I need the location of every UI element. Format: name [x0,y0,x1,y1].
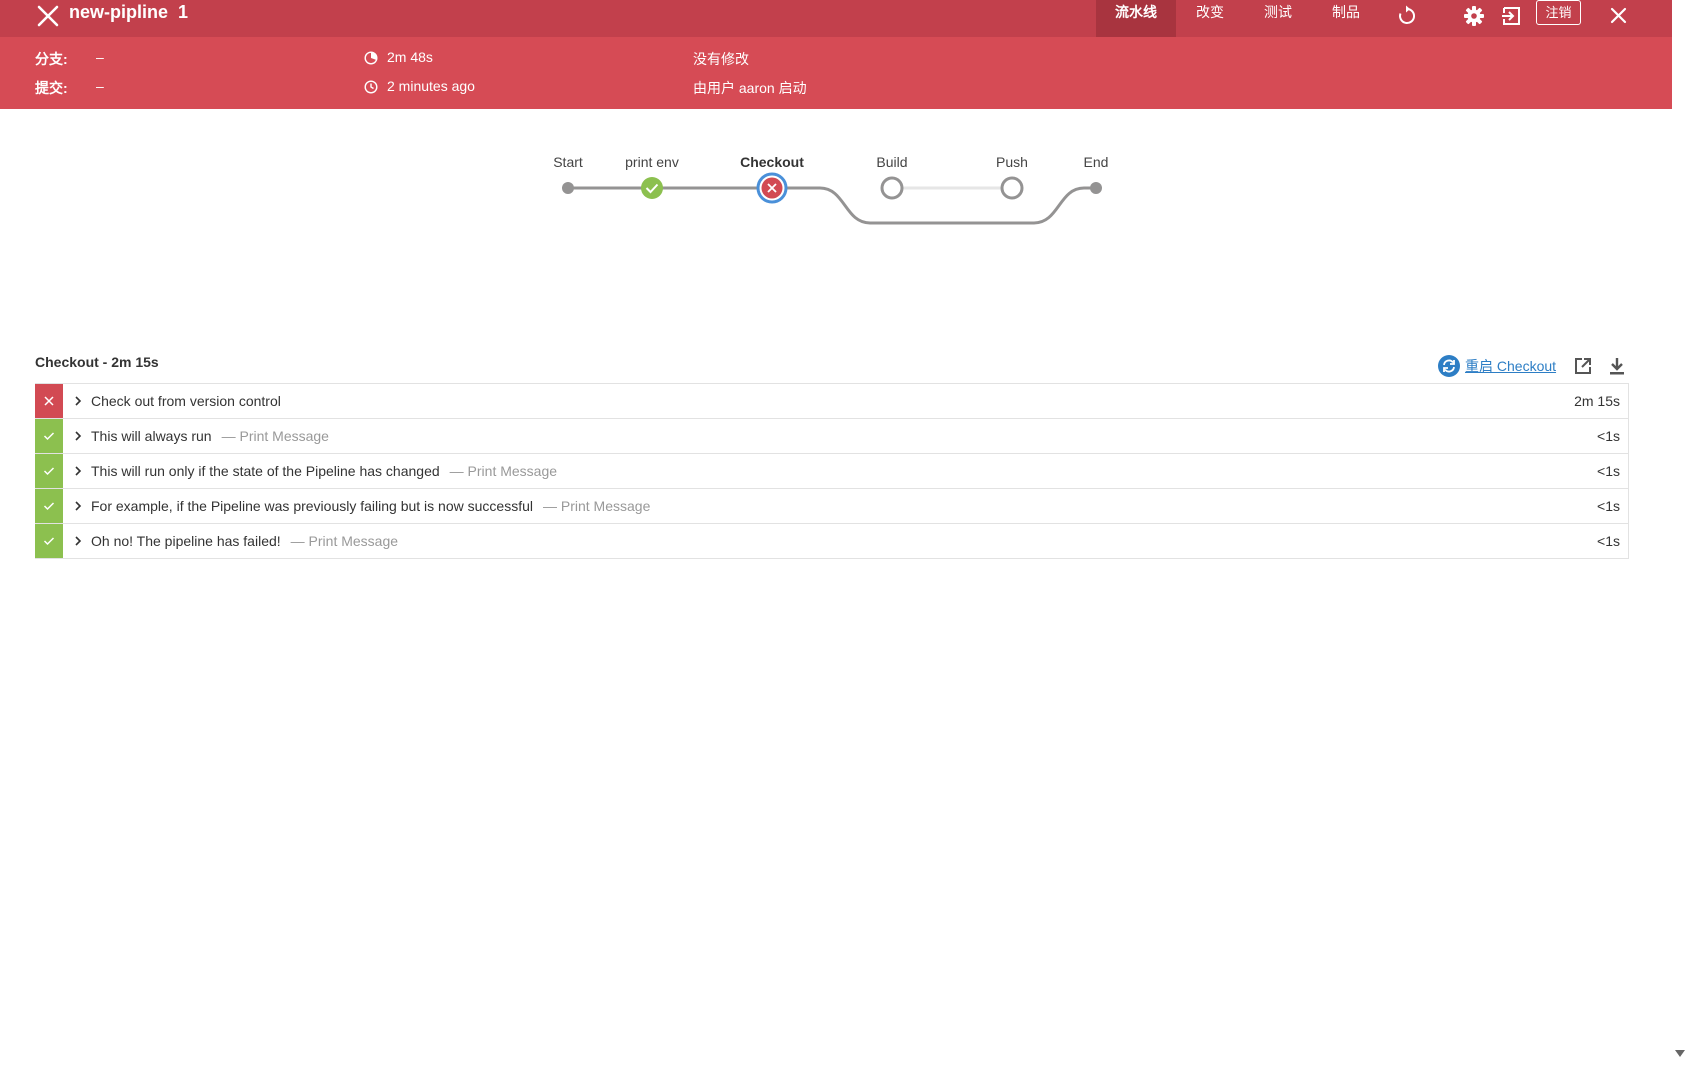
step-row[interactable]: Oh no! The pipeline has failed! — Print M… [35,524,1629,559]
tab-tests[interactable]: 测试 [1244,0,1312,37]
run-info-bar: 分支: – 提交: – 2m 48s 2 minutes ago 没有修改 由用… [0,37,1672,109]
commit-value: – [96,78,104,94]
gear-icon[interactable] [1461,3,1487,29]
success-icon [35,454,63,488]
tab-pipeline[interactable]: 流水线 [1096,0,1176,37]
commit-label: 提交: [35,80,68,96]
step-row[interactable]: This will always run — Print Message <1s [35,419,1629,454]
step-row[interactable]: This will run only if the state of the P… [35,454,1629,489]
page: new-pipline 1 流水线 改变 测试 制品 注销 分支: – 提交: … [0,0,1672,1065]
nav-tabs: 流水线 改变 测试 制品 [1096,0,1380,37]
step-duration: 2m 15s [1574,393,1620,409]
step-label: For example, if the Pipeline was previou… [91,498,651,514]
step-label: This will always run — Print Message [91,428,329,444]
exit-icon[interactable] [1499,3,1525,29]
close-icon[interactable] [34,3,62,31]
pipeline-graph: Start print env Checkout Build Push End [0,140,1672,260]
chevron-right-icon[interactable] [73,465,83,477]
success-icon [35,489,63,523]
steps-list: Check out from version control 2m 15s Th… [35,383,1629,559]
step-duration: <1s [1597,463,1620,479]
duration-icon [364,51,378,65]
step-duration: <1s [1597,533,1620,549]
run-duration: 2m 48s [387,49,433,65]
pipeline-title: new-pipline 1 [69,0,188,26]
step-row[interactable]: For example, if the Pipeline was previou… [35,489,1629,524]
connector-line [772,186,1096,225]
tab-artifacts[interactable]: 制品 [1312,0,1380,37]
stage-node-checkout [756,172,788,204]
run-started: 2 minutes ago [387,78,475,94]
chevron-right-icon[interactable] [73,395,83,407]
branch-label: 分支: [35,51,68,67]
pipeline-name: new-pipline [69,2,168,22]
failed-icon [35,384,63,418]
changes-summary: 没有修改 [693,51,749,67]
clock-icon [364,80,378,94]
step-row[interactable]: Check out from version control 2m 15s [35,384,1629,419]
scroll-down-icon[interactable] [1675,1048,1685,1058]
step-label: Oh no! The pipeline has failed! — Print M… [91,533,399,549]
stage-node-build [880,176,904,200]
stage-node-end [1090,182,1102,194]
success-icon [35,524,63,558]
logout-button[interactable]: 注销 [1536,0,1581,25]
step-label: Check out from version control [91,393,281,409]
step-duration: <1s [1597,498,1620,514]
chevron-right-icon[interactable] [73,430,83,442]
download-icon[interactable] [1605,354,1629,378]
started-by: 由用户 aaron 启动 [693,80,807,96]
restart-stage-button[interactable]: 重启 Checkout [1437,354,1556,378]
tab-changes[interactable]: 改变 [1176,0,1244,37]
stage-node-push [1000,176,1024,200]
top-bar: new-pipline 1 流水线 改变 测试 制品 注销 [0,0,1672,37]
close-icon[interactable] [1605,3,1631,29]
step-label: This will run only if the state of the P… [91,463,558,479]
stage-node-print-env [641,177,663,199]
stage-node-start [562,182,574,194]
restart-label: 重启 Checkout [1465,358,1557,374]
step-duration: <1s [1597,428,1620,444]
replay-icon[interactable] [1394,3,1420,29]
pipeline-graph-canvas [562,172,1102,225]
success-icon [35,419,63,453]
open-external-icon[interactable] [1571,354,1595,378]
run-number: 1 [178,2,189,22]
restart-icon [1438,355,1460,377]
branch-value: – [96,49,104,65]
chevron-right-icon[interactable] [73,500,83,512]
chevron-right-icon[interactable] [73,535,83,547]
steps-panel-title: Checkout - 2m 15s [35,354,159,370]
